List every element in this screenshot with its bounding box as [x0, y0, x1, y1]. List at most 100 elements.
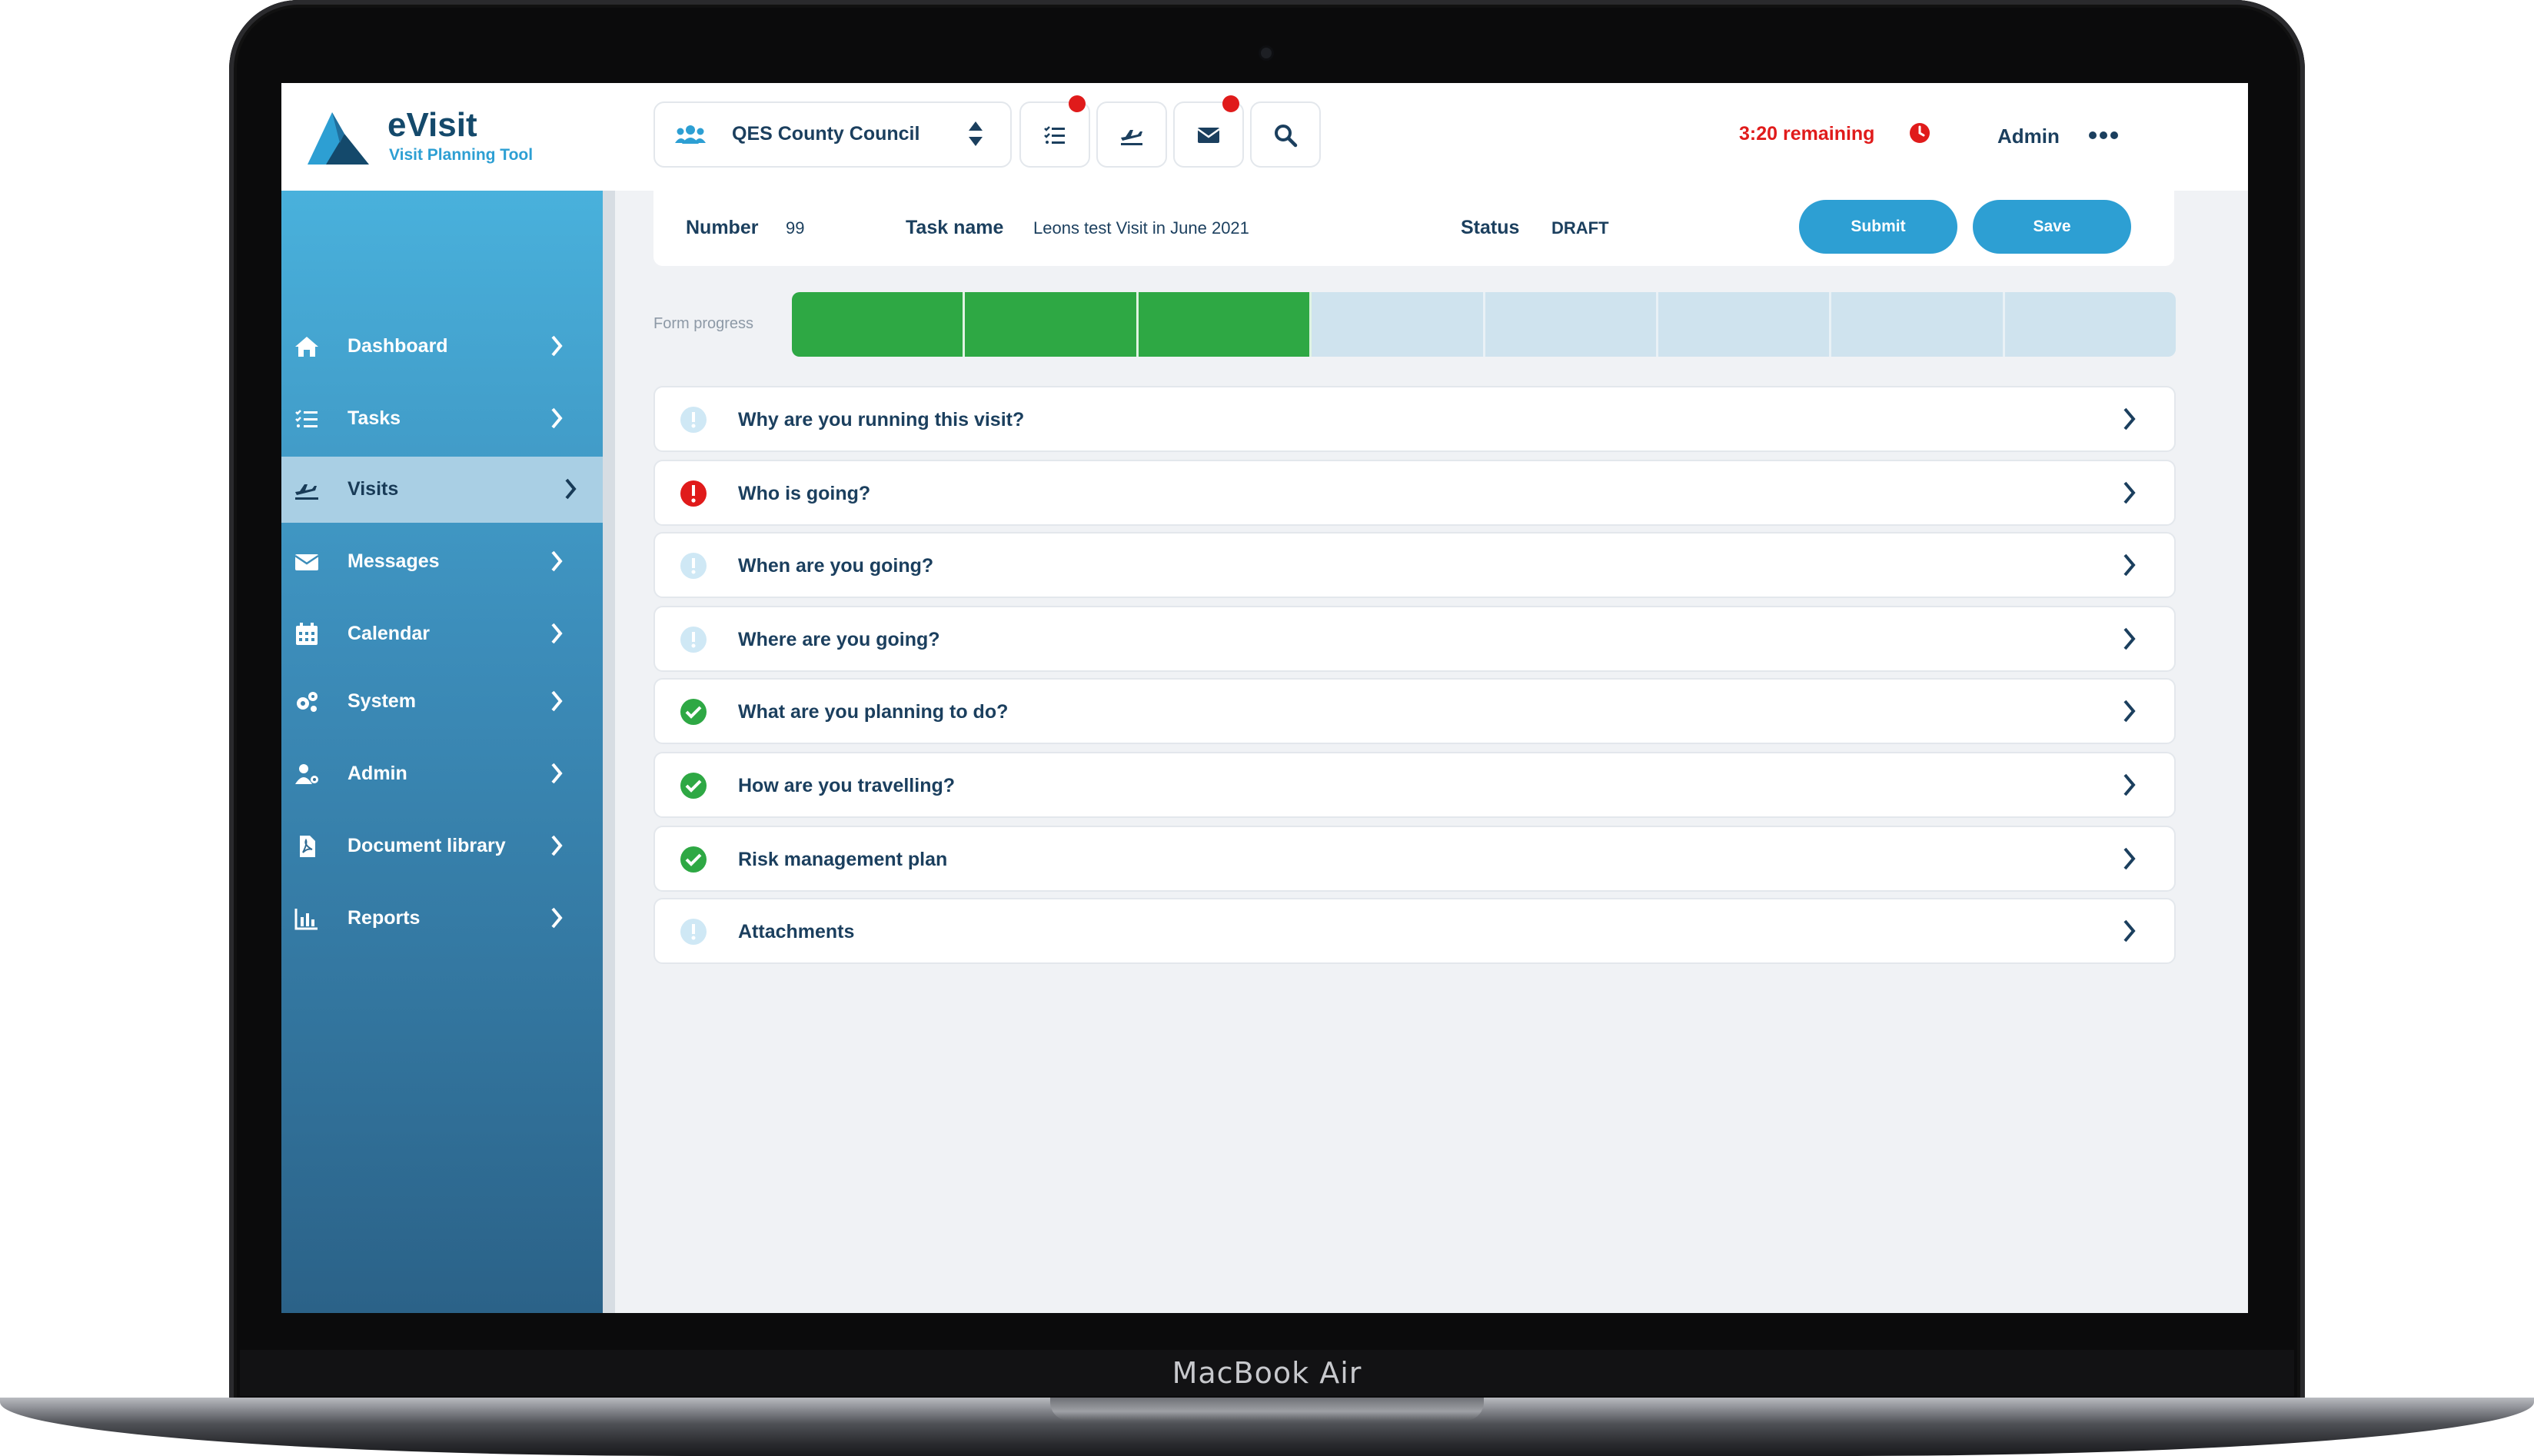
section-row[interactable]: Attachments — [653, 898, 2176, 964]
chevron-right-icon — [2123, 481, 2136, 504]
task-header: Number 99 Task name Leons test Visit in … — [653, 191, 2174, 266]
notification-badge — [1222, 95, 1239, 112]
messages-shortcut-button[interactable] — [1173, 95, 1244, 168]
app-screen: eVisit Visit Planning Tool QES County Co… — [281, 83, 2248, 1313]
section-row[interactable]: How are you travelling? — [653, 752, 2176, 818]
sidebar-item-dashboard[interactable]: Dashboard — [281, 314, 603, 380]
info-circle-icon — [680, 553, 707, 579]
search-icon — [1275, 125, 1298, 148]
section-label: When are you going? — [738, 555, 934, 577]
gears-icon — [297, 692, 318, 712]
task-list-icon — [1044, 126, 1065, 144]
section-row[interactable]: When are you going? — [653, 532, 2176, 598]
chevron-right-icon — [551, 550, 563, 572]
progress-segment — [1312, 292, 1485, 357]
chevron-right-icon — [2123, 407, 2136, 430]
chevron-right-icon — [2123, 773, 2136, 796]
chevron-right-icon — [551, 835, 563, 856]
error-alert-icon — [680, 480, 707, 507]
evisit-logo-icon — [308, 112, 369, 165]
users-icon — [675, 125, 706, 144]
info-circle-icon — [680, 627, 707, 653]
sidebar-item-admin[interactable]: Admin — [281, 741, 603, 807]
info-circle-icon — [680, 919, 707, 945]
section-row[interactable]: Who is going? — [653, 460, 2176, 526]
task-number: 99 — [786, 218, 805, 238]
sidebar-item-messages[interactable]: Messages — [281, 529, 603, 595]
section-row[interactable]: Why are you running this visit? — [653, 386, 2176, 452]
chevron-right-icon — [551, 623, 563, 644]
sidebar: Dashboard Tasks Visits Messages Calendar… — [281, 191, 603, 1313]
progress-segment — [1658, 292, 1832, 357]
device-label: MacBook Air — [1172, 1356, 1362, 1390]
sidebar-scrollbar[interactable] — [603, 191, 615, 1313]
task-name-label: Task name — [906, 217, 1004, 238]
chevron-right-icon — [551, 907, 563, 929]
sidebar-item-label: Admin — [348, 763, 407, 784]
sidebar-item-tasks[interactable]: Tasks — [281, 386, 603, 452]
section-label: Why are you running this visit? — [738, 409, 1025, 430]
sidebar-item-label: Reports — [348, 907, 421, 929]
sidebar-item-visits[interactable]: Visits — [281, 457, 603, 523]
laptop-hinge — [1050, 1398, 1484, 1421]
section-label: How are you travelling? — [738, 775, 956, 796]
more-options-icon[interactable] — [2088, 131, 2119, 140]
chevron-right-icon — [2123, 627, 2136, 650]
chevron-right-icon — [2123, 847, 2136, 870]
sidebar-item-label: Visits — [348, 478, 399, 500]
section-row[interactable]: What are you planning to do? — [653, 678, 2176, 744]
chevron-right-icon — [551, 335, 563, 357]
user-menu-name[interactable]: Admin — [1997, 125, 2060, 148]
info-circle-icon — [680, 407, 707, 433]
form-progress-label: Form progress — [653, 315, 754, 332]
sidebar-item-label: Calendar — [348, 623, 430, 644]
brand-name: eVisit — [387, 106, 477, 144]
plane-icon — [295, 484, 318, 500]
home-icon — [295, 337, 318, 357]
sidebar-item-reports[interactable]: Reports — [281, 886, 603, 952]
search-button[interactable] — [1250, 101, 1321, 168]
organisation-name: QES County Council — [732, 123, 920, 145]
bar-chart-icon — [294, 909, 318, 930]
section-label: Who is going? — [738, 483, 871, 504]
progress-segment — [1831, 292, 2005, 357]
check-circle-icon — [680, 846, 707, 873]
sidebar-item-label: Messages — [348, 550, 440, 572]
chevron-right-icon — [551, 407, 563, 429]
envelope-icon — [294, 554, 319, 570]
sidebar-item-calendar[interactable]: Calendar — [281, 601, 603, 667]
sort-caret-icon — [969, 121, 983, 146]
section-label: Where are you going? — [738, 629, 940, 650]
top-bar: eVisit Visit Planning Tool QES County Co… — [281, 83, 2248, 191]
plane-icon — [1121, 130, 1142, 145]
clock-icon — [1910, 123, 1930, 143]
status-label: Status — [1461, 217, 1520, 238]
task-list-icon — [295, 410, 318, 427]
pdf-file-icon — [300, 836, 315, 857]
sidebar-item-document-library[interactable]: Document library — [281, 813, 603, 879]
visits-shortcut-button[interactable] — [1096, 101, 1167, 168]
progress-segment — [1485, 292, 1658, 357]
task-name: Leons test Visit in June 2021 — [1033, 218, 1249, 238]
camera-icon — [1261, 48, 1272, 58]
status-badge: DRAFT — [1551, 218, 1609, 238]
progress-segment — [2005, 292, 2176, 357]
number-label: Number — [686, 217, 759, 238]
sidebar-item-system[interactable]: System — [281, 669, 603, 735]
check-circle-icon — [680, 773, 707, 799]
tasks-shortcut-button[interactable] — [1019, 95, 1090, 168]
section-row[interactable]: Risk management plan — [653, 826, 2176, 892]
progress-segment — [1138, 292, 1312, 357]
user-cog-icon — [295, 764, 318, 784]
envelope-icon — [1197, 128, 1220, 143]
sidebar-item-label: Dashboard — [348, 335, 448, 357]
check-circle-icon — [680, 699, 707, 725]
sidebar-item-label: Tasks — [348, 407, 401, 429]
section-row[interactable]: Where are you going? — [653, 606, 2176, 672]
notification-badge — [1069, 95, 1086, 112]
submit-button[interactable]: Submit — [1799, 200, 1957, 254]
section-label: Attachments — [738, 921, 855, 942]
save-button[interactable]: Save — [1973, 200, 2131, 254]
organisation-select[interactable]: QES County Council — [653, 101, 1012, 168]
sidebar-item-label: System — [348, 690, 416, 712]
